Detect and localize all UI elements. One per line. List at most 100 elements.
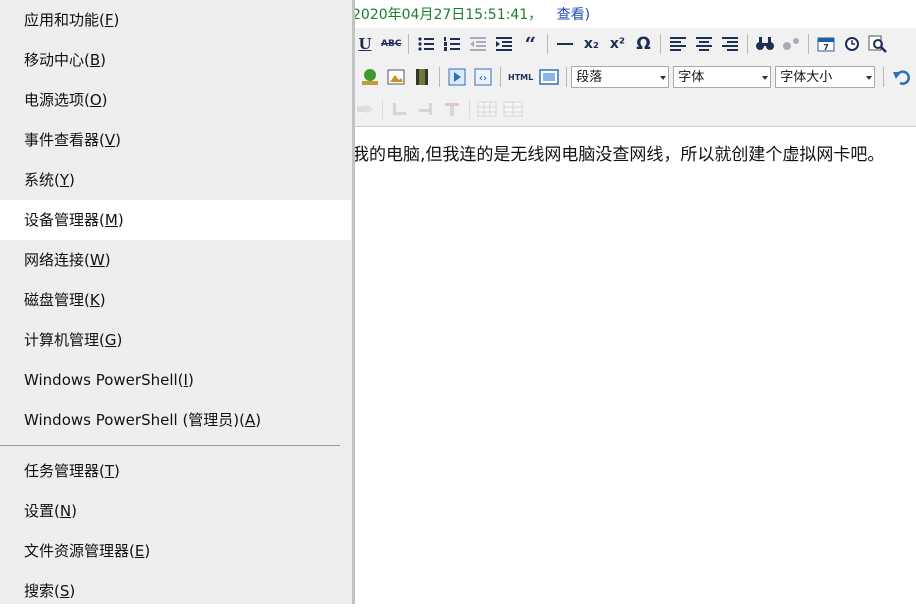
font-family-select[interactable]: 字体 (673, 66, 772, 88)
replace-icon[interactable] (779, 33, 803, 55)
numbered-list-icon[interactable] (440, 33, 464, 55)
menu-item-windows-powershell[interactable]: Windows PowerShell(I) (0, 360, 351, 400)
menu-item-label-end: ) (69, 171, 75, 189)
menu-item-disk-management[interactable]: 磁盘管理(K) (0, 280, 351, 320)
insert-time-icon[interactable] (840, 33, 864, 55)
menu-item-windows-powershell-admin[interactable]: Windows PowerShell (管理员)(A) (0, 400, 351, 440)
menu-item-event-viewer[interactable]: 事件查看器(V) (0, 120, 351, 160)
menu-item-label: 系统( (24, 171, 60, 189)
paragraph-format-select[interactable]: 段落 (571, 66, 670, 88)
menu-item-label-end: ) (104, 251, 111, 269)
toolbar-separator (439, 67, 440, 87)
menu-item-accesskey: O (89, 91, 102, 109)
insert-video-icon[interactable] (410, 66, 434, 88)
font-size-select[interactable]: 字体大小 (775, 66, 876, 88)
toolbar-separator (566, 67, 568, 87)
menu-item-accesskey: W (89, 251, 105, 269)
table-merge-icon[interactable] (388, 98, 412, 120)
editor-toolbar: U ABC “ x₂ x² Ω 7 ‹› HTML 段落 字体 字体大小 (352, 28, 916, 127)
menu-item-settings[interactable]: 设置(N) (0, 491, 351, 531)
menu-item-accesskey: B (89, 51, 101, 69)
find-icon[interactable] (753, 33, 777, 55)
menu-item-accesskey: A (245, 411, 256, 429)
indent-icon[interactable] (492, 33, 516, 55)
align-right-icon[interactable] (718, 33, 742, 55)
menu-item-label-end: ) (115, 131, 121, 149)
menu-item-label-end: ) (144, 542, 151, 560)
table-split-icon[interactable] (414, 98, 438, 120)
bulleted-list-icon[interactable] (414, 33, 438, 55)
menu-item-mobility-center[interactable]: 移动中心(B) (0, 40, 351, 80)
align-left-icon[interactable] (666, 33, 690, 55)
menu-item-label-end: ) (187, 371, 194, 389)
special-char-icon[interactable]: Ω (631, 33, 655, 55)
menu-item-label-end: ) (100, 51, 107, 69)
post-timestamp: 2020年04月27日15:51:41， 查看) (352, 4, 590, 26)
table-delete-icon[interactable] (440, 98, 464, 120)
menu-item-power-options[interactable]: 电源选项(O) (0, 80, 351, 120)
menu-item-label-end: ) (69, 582, 76, 600)
toolbar-separator (408, 34, 410, 54)
view-link[interactable]: 查看) (557, 7, 590, 23)
menu-item-task-manager[interactable]: 任务管理器(T) (0, 451, 351, 491)
undo-icon[interactable] (889, 66, 913, 88)
menu-item-label: 移动中心( (24, 51, 90, 69)
superscript-icon[interactable]: x² (605, 33, 629, 55)
menu-item-accesskey: F (104, 11, 114, 29)
menu-item-label: 计算机管理( (24, 331, 105, 349)
insert-flash-icon[interactable] (445, 66, 469, 88)
table-row-icon[interactable] (353, 98, 377, 120)
menu-item-label: 设备管理器( (24, 211, 105, 229)
menu-item-accesskey: S (59, 582, 70, 600)
subscript-icon[interactable]: x₂ (579, 33, 603, 55)
font-family-value: 字体 (678, 70, 705, 85)
insert-embed-icon[interactable]: ‹› (471, 66, 495, 88)
html-source-icon[interactable]: HTML (506, 66, 535, 88)
menu-item-system[interactable]: 系统(Y) (0, 160, 351, 200)
menu-item-label: 文件资源管理器( (24, 542, 135, 560)
menu-item-accesskey: V (104, 131, 116, 149)
font-size-value: 字体大小 (780, 70, 833, 85)
svg-text:‹›: ‹› (479, 73, 487, 84)
preview-icon[interactable] (866, 33, 890, 55)
menu-item-label-end: ) (255, 411, 262, 429)
menu-item-label-end: ) (117, 211, 124, 229)
toolbar-separator (808, 34, 810, 54)
menu-item-label-end: ) (101, 91, 108, 109)
strikethrough-icon[interactable]: ABC (379, 33, 403, 55)
outdent-icon[interactable] (466, 33, 490, 55)
menu-item-network-connections[interactable]: 网络连接(W) (0, 240, 351, 280)
svg-text:7: 7 (824, 43, 830, 52)
menu-item-device-manager[interactable]: 设备管理器(M) (0, 200, 351, 240)
fullscreen-icon[interactable] (537, 66, 561, 88)
menu-item-apps-and-features[interactable]: 应用和功能(F) (0, 0, 351, 40)
menu-item-label: 应用和功能( (24, 11, 105, 29)
insert-image-tree-icon[interactable] (358, 66, 382, 88)
winx-quick-link-menu: 应用和功能(F) 移动中心(B) 电源选项(O) 事件查看器(V) 系统(Y) 设备管理器… (0, 0, 355, 604)
editor-body-text[interactable]: 我的电脑,但我连的是无线网电脑没查网线，所以就创建个虚拟网卡吧。 (352, 140, 884, 165)
menu-item-accesskey: Y (59, 171, 70, 189)
insert-picture-icon[interactable] (384, 66, 408, 88)
menu-item-label: 电源选项( (24, 91, 90, 109)
menu-item-label-end: ) (99, 291, 106, 309)
align-center-icon[interactable] (692, 33, 716, 55)
menu-item-label: 网络连接( (24, 251, 90, 269)
menu-item-label: Windows PowerShell (管理员)( (24, 411, 245, 429)
menu-item-label: 任务管理器( (24, 462, 105, 480)
table-props-icon[interactable] (501, 98, 525, 120)
menu-item-accesskey: K (89, 291, 100, 309)
menu-item-label: Windows PowerShell( (24, 371, 184, 389)
menu-item-label-end: ) (114, 462, 120, 480)
menu-item-accesskey: T (104, 462, 115, 480)
toolbar-separator (660, 34, 662, 54)
insert-date-icon[interactable]: 7 (814, 33, 838, 55)
blockquote-icon[interactable]: “ (518, 32, 542, 56)
toolbar-separator (382, 99, 383, 119)
menu-item-search[interactable]: 搜索(S) (0, 571, 351, 611)
horizontal-rule-icon[interactable] (553, 33, 577, 55)
menu-item-computer-management[interactable]: 计算机管理(G) (0, 320, 351, 360)
table-grid-icon[interactable] (475, 98, 499, 120)
menu-item-file-explorer[interactable]: 文件资源管理器(E) (0, 531, 351, 571)
underline-icon[interactable]: U (353, 33, 377, 55)
menu-item-label: 搜索( (24, 582, 60, 600)
